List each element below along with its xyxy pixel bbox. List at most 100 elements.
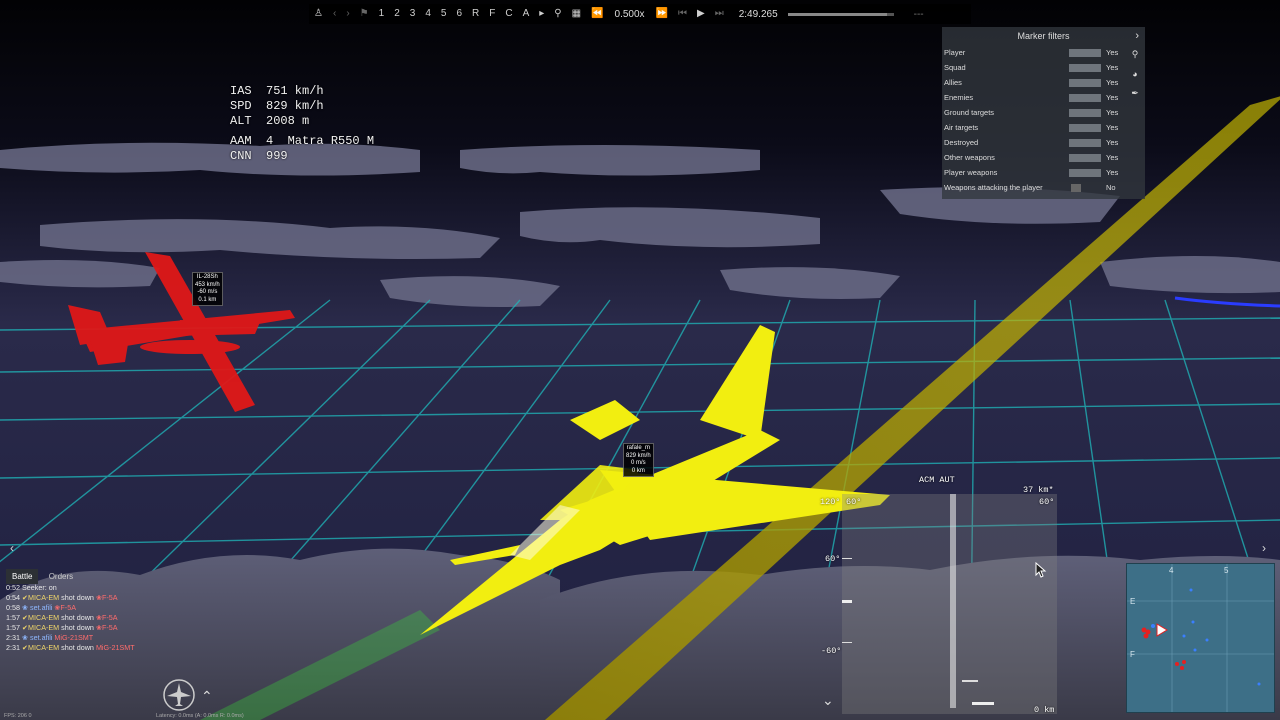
filter-toggle[interactable]: [1069, 139, 1101, 147]
chat-tabs: Battle Orders: [6, 569, 81, 584]
pen-icon[interactable]: ✒: [1128, 88, 1142, 99]
filter-label: Player weapons: [944, 168, 998, 177]
camera-1-button[interactable]: 1: [374, 4, 390, 24]
aam-readout: AAM 4 Matra R550 M: [230, 134, 375, 148]
filter-row[interactable]: Squad Yes: [942, 60, 1145, 75]
filter-label: Ground targets: [944, 108, 995, 117]
enemy-name: IL-28Sh: [196, 274, 218, 280]
minimap-expand-right-icon[interactable]: ›: [1262, 541, 1266, 555]
radar-right-top-label: 60°: [1039, 497, 1055, 507]
radar-left-top-label: 120°: [820, 497, 841, 507]
enemy-speed: 453 km/h: [195, 281, 220, 288]
player-speed: 829 km/h: [626, 452, 651, 459]
camera-f-button[interactable]: F: [484, 4, 500, 24]
tab-orders[interactable]: Orders: [43, 569, 79, 584]
filter-row[interactable]: Enemies Yes: [942, 90, 1145, 105]
filter-value: Yes: [1106, 63, 1119, 72]
radar-elevation-low: -60°: [821, 646, 842, 656]
radar-scan-bar: [950, 494, 956, 708]
replay-toolbar: ♙ ‹ › ⚑ 1 2 3 4 5 6 R F C A ▸ ⚲ ▦ ⏪ 0.50…: [309, 4, 971, 24]
collapse-arrow-icon[interactable]: ›: [1135, 27, 1139, 45]
camera-6-button[interactable]: 6: [451, 4, 467, 24]
filter-row[interactable]: Allies Yes: [942, 75, 1145, 90]
filter-row[interactable]: Air targets Yes: [942, 120, 1145, 135]
filter-toggle[interactable]: [1069, 169, 1101, 177]
minimap[interactable]: 4 5 E F: [1126, 563, 1275, 713]
aircraft-icon[interactable]: [162, 678, 196, 712]
marker-icon[interactable]: ⚲: [1128, 49, 1142, 60]
skip-back-icon[interactable]: ⏮: [673, 4, 692, 24]
filter-label: Other weapons: [944, 153, 995, 162]
filter-value: Yes: [1106, 138, 1119, 147]
replay-time: 2:49.265: [738, 8, 778, 20]
filter-value: Yes: [1106, 48, 1119, 57]
skip-forward-icon[interactable]: ⏭: [710, 4, 729, 24]
log-line: 1:57 ✔MICA-EM shot down ❀F-5A: [6, 613, 118, 622]
filter-toggle[interactable]: [1069, 109, 1101, 117]
flag-icon[interactable]: ⚑: [355, 4, 374, 24]
filter-row[interactable]: Ground targets Yes: [942, 105, 1145, 120]
marker-filters-title: Marker filters: [1017, 31, 1070, 41]
filter-value: Yes: [1106, 168, 1119, 177]
camera-icon[interactable]: ♙: [309, 4, 328, 24]
log-line: 0:58 ❀ set.afili ❀F-5A: [6, 603, 76, 612]
cnn-readout: CNN 999: [230, 149, 288, 163]
crop-icon[interactable]: ▦: [567, 4, 586, 24]
minimap-grid: [1127, 564, 1274, 712]
player-climb: 0 m/s: [631, 460, 646, 466]
camera-c-button[interactable]: C: [500, 4, 517, 24]
camera-a-button[interactable]: A: [518, 4, 535, 24]
tab-battle[interactable]: Battle: [6, 569, 39, 584]
radar-tick: [842, 642, 852, 643]
filter-toggle[interactable]: [1069, 64, 1101, 72]
filter-row[interactable]: Weapons attacking the player No: [942, 180, 1145, 195]
log-line: 2:31 ✔MICA-EM shot down MiG-21SMT: [6, 643, 135, 652]
player-distance: 0 km: [631, 467, 645, 474]
camera-4-button[interactable]: 4: [420, 4, 436, 24]
log-line: 2:31 ❀ set.afili MiG-21SMT: [6, 633, 94, 642]
filter-row[interactable]: Player weapons Yes: [942, 165, 1145, 180]
filter-label: Squad: [944, 63, 966, 72]
rewind-icon[interactable]: ⏪: [586, 4, 608, 24]
enemy-climb: -60 m/s: [197, 289, 218, 295]
minimap-col-label: 5: [1224, 566, 1229, 575]
filter-toggle[interactable]: [1069, 79, 1101, 87]
player-info-tag: rafale_m 829 km/h 0 m/s 0 km: [623, 443, 654, 477]
radar-expand-icon[interactable]: ⌄: [822, 692, 834, 709]
alt-readout: ALT 2008 m: [230, 114, 310, 128]
minimap-row-label: E: [1130, 597, 1136, 606]
filter-row[interactable]: Other weapons Yes: [942, 150, 1145, 165]
camera-5-button[interactable]: 5: [436, 4, 452, 24]
chat-expand-left-icon[interactable]: ‹: [10, 541, 14, 555]
camera-2-button[interactable]: 2: [389, 4, 405, 24]
cursor-icon[interactable]: ▸: [534, 4, 549, 24]
radar-bottom-range: 0 km: [1034, 705, 1055, 715]
replay-progress-bar[interactable]: [787, 12, 894, 16]
filter-toggle[interactable]: [1069, 49, 1101, 57]
chevron-up-icon[interactable]: ⌃: [201, 688, 213, 705]
play-icon[interactable]: ▶: [692, 4, 710, 24]
filter-toggle[interactable]: [1069, 94, 1101, 102]
previous-icon[interactable]: ‹: [328, 4, 341, 24]
radar-display: [842, 494, 1057, 714]
radar-tick: [962, 680, 978, 682]
next-icon[interactable]: ›: [341, 4, 354, 24]
player-name: rafale_m: [626, 445, 651, 451]
camera-r-button[interactable]: R: [467, 4, 484, 24]
filter-value: Yes: [1106, 153, 1119, 162]
filter-label: Air targets: [944, 123, 979, 132]
replay-progress-fill: [787, 12, 888, 16]
filter-toggle[interactable]: [1071, 184, 1081, 192]
radar-tick: [842, 600, 852, 603]
radar-small-top-label: 60°: [846, 497, 862, 507]
filter-toggle[interactable]: [1069, 154, 1101, 162]
replay-end-label: ---: [913, 8, 924, 20]
fast-forward-icon[interactable]: ⏩: [651, 4, 673, 24]
filter-value: Yes: [1106, 78, 1119, 87]
filter-row[interactable]: Player Yes: [942, 45, 1145, 60]
globe-icon[interactable]: ◕: [1128, 69, 1142, 79]
filter-row[interactable]: Destroyed Yes: [942, 135, 1145, 150]
camera-3-button[interactable]: 3: [405, 4, 421, 24]
pin-icon[interactable]: ⚲: [549, 4, 566, 24]
filter-toggle[interactable]: [1069, 124, 1101, 132]
